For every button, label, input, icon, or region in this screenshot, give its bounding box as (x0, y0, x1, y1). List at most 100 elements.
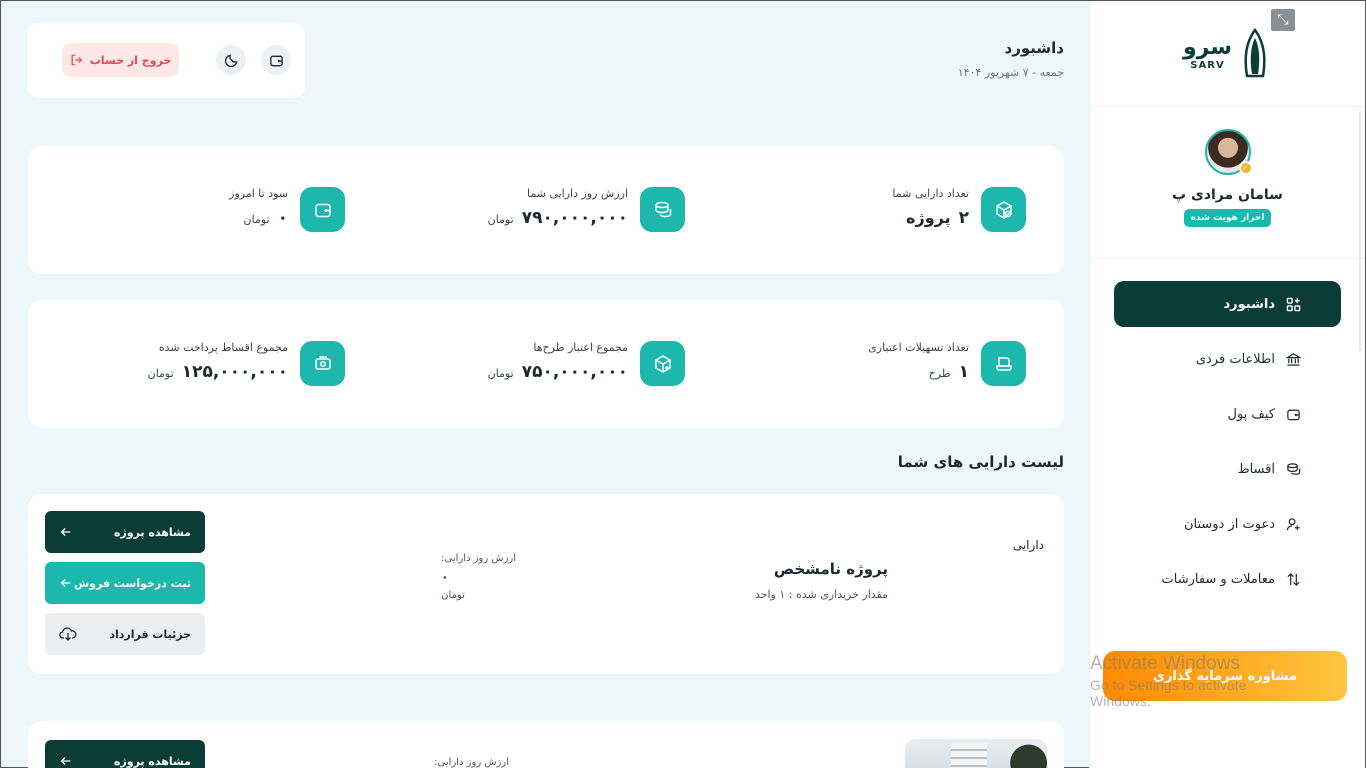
view-project-button[interactable]: مشاهده پروژه (45, 511, 205, 553)
wallet-icon (1285, 406, 1301, 422)
arrow-left-icon (60, 757, 71, 765)
logout-label: خروج از حساب (89, 53, 172, 67)
stat-unit: تومان (487, 367, 514, 380)
cloud-download-icon (59, 627, 77, 641)
stat-unit: تومان (487, 213, 514, 226)
stat-value: ۱۲۵,۰۰۰,۰۰۰ (181, 362, 288, 382)
stat-unit: تومان (243, 213, 270, 226)
sort-icon (1285, 571, 1301, 587)
view-project-label: مشاهده پروژه (113, 754, 191, 768)
logo[interactable]: سرو SARV (1183, 27, 1272, 80)
sidebar-item-invite-friends[interactable]: دعوت از دوستان (1114, 501, 1341, 547)
wallet-icon (300, 187, 345, 232)
assets-section-title: لیست دارایی های شما (897, 453, 1064, 471)
stat-value-row: ۰ تومان (128, 208, 288, 228)
stat-label: سود تا امروز (229, 187, 288, 200)
sidebar-item-label: داشبورد (1223, 296, 1275, 312)
verified-badge: احراز هویت شده (1183, 209, 1272, 227)
asset-value: ۰ (441, 570, 449, 584)
coins-icon (1285, 461, 1301, 477)
asset-quantity: مقدار خریداری شده : ۱ واحد (754, 588, 888, 601)
stat-value: ۷۹۰,۰۰۰,۰۰۰ (521, 208, 628, 228)
sidebar-item-wallet[interactable]: کیف پول (1114, 391, 1341, 437)
stat-value-row: ۷۵۰,۰۰۰,۰۰۰ تومان (468, 362, 628, 382)
stat-asset-value: ارزش روز دارایی شما ۷۹۰,۰۰۰,۰۰۰ تومان (468, 187, 685, 232)
arrow-left-icon (60, 579, 71, 587)
coins-icon (640, 187, 685, 232)
contract-details-label: جزئیات قرارداد (109, 627, 191, 641)
stat-label: مجموع اقساط پرداخت شده (158, 341, 288, 354)
asset-value-block: ارزش روز دارایی: ۰ تومان (441, 553, 516, 601)
card-icon (981, 341, 1026, 386)
stat-label: تعداد دارایی شما (892, 187, 969, 200)
verified-check-icon: ✓ (1238, 161, 1253, 175)
investment-consult-button[interactable]: مشاوره سرمایه گذاری (1103, 651, 1347, 701)
moon-icon (224, 54, 237, 67)
view-project-label: مشاهده پروژه (113, 525, 191, 539)
stat-asset-count: تعداد دارایی شما ۲ پروژه (809, 187, 1026, 232)
stat-credit-total: مجموع اعتبار طرح‌ها ۷۵۰,۰۰۰,۰۰۰ تومان (468, 341, 685, 386)
asset-value-label: ارزش روز دارایی: (441, 553, 516, 564)
sell-request-button[interactable]: ثبت درخواست فروش (45, 562, 205, 604)
dashboard-icon (1285, 296, 1301, 312)
photo-tree (1001, 739, 1047, 768)
stat-value: ۲ (958, 208, 969, 228)
view-project-button[interactable]: مشاهده پروژه (45, 740, 205, 768)
sidebar-item-installments[interactable]: اقساط (1114, 446, 1341, 492)
sell-request-label: ثبت درخواست فروش (73, 576, 191, 590)
stat-unit: پروژه (906, 208, 951, 227)
stat-text: ارزش روز دارایی شما ۷۹۰,۰۰۰,۰۰۰ تومان (468, 187, 628, 228)
sidebar-item-personal-info[interactable]: اطلاعات فردی (1114, 336, 1341, 382)
logout-icon (71, 54, 82, 66)
money-icon (300, 341, 345, 386)
sidebar-item-orders[interactable]: معاملات و سفارشات (1114, 556, 1341, 602)
user-add-icon (1285, 516, 1301, 532)
app-root: سرو SARV ⤡ ✓ سامان مرادی پ احراز هویت شد… (0, 1, 1365, 768)
page-header: داشبورد جمعه - ۷ شهریور ۱۴۰۴ (958, 39, 1064, 79)
asset-tag: دارایی (1012, 538, 1044, 552)
logo-fa-text: سرو (1183, 34, 1232, 60)
logout-button[interactable]: خروج از حساب (62, 43, 179, 77)
sidebar-nav: داشبورد اطلاعات فردی کیف پول اقساط دعوت … (1090, 259, 1365, 602)
stat-value-row: ۱۲۵,۰۰۰,۰۰۰ تومان (128, 362, 288, 382)
asset-name: پروژه نامشخص (773, 560, 888, 578)
stat-text: سود تا امروز ۰ تومان (128, 187, 288, 228)
sidebar-item-label: دعوت از دوستان (1183, 516, 1275, 532)
theme-toggle-button[interactable] (216, 45, 246, 75)
user-profile: ✓ سامان مرادی پ احراز هویت شده (1090, 107, 1365, 259)
stat-value: ۰ (277, 208, 288, 228)
header-toolbar: خروج از حساب (27, 23, 305, 98)
wallet-button[interactable] (261, 45, 291, 75)
stat-value-row: ۷۹۰,۰۰۰,۰۰۰ تومان (468, 208, 628, 228)
sidebar-scrollbar[interactable] (1359, 111, 1361, 351)
sidebar-item-label: اطلاعات فردی (1195, 351, 1275, 367)
stat-text: مجموع اعتبار طرح‌ها ۷۵۰,۰۰۰,۰۰۰ تومان (468, 341, 628, 382)
asset-card: دارایی پروژه نامشخص مقدار خریداری شده : … (28, 494, 1064, 674)
stat-value-row: ۱ طرح (809, 362, 969, 382)
stat-label: ارزش روز دارایی شما (526, 187, 628, 200)
stat-credit-count: تعداد تسهیلات اعتباری ۱ طرح (809, 341, 1026, 386)
stats-card-assets: تعداد دارایی شما ۲ پروژه ارزش روز دارایی… (28, 146, 1064, 274)
stat-unit: تومان (147, 367, 174, 380)
collapse-icon[interactable]: ⤡ (1271, 9, 1295, 31)
sidebar-item-label: اقساط (1237, 461, 1275, 477)
stat-value-row: ۲ پروژه (809, 208, 969, 228)
main-content: داشبورد جمعه - ۷ شهریور ۱۴۰۴ خروج از حسا… (0, 1, 1089, 768)
sidebar-item-label: معاملات و سفارشات (1161, 571, 1276, 587)
wallet-icon (269, 55, 283, 66)
stat-text: تعداد تسهیلات اعتباری ۱ طرح (809, 341, 969, 382)
asset-value-label: ارزش روز دارایی: (434, 757, 509, 768)
arrow-left-icon (60, 528, 71, 536)
project-photo[interactable] (905, 739, 1047, 768)
box-plus-icon (640, 341, 685, 386)
contract-details-button[interactable]: جزئیات قرارداد (45, 613, 205, 655)
stat-value: ۱ (958, 362, 969, 382)
asset-card: ارزش روز دارایی: مشاهده پروژه (28, 721, 1064, 768)
user-name: سامان مرادی پ (1172, 187, 1283, 203)
stats-card-credit: تعداد تسهیلات اعتباری ۱ طرح مجموع اعتبار… (28, 300, 1064, 428)
stat-label: تعداد تسهیلات اعتباری (868, 341, 969, 354)
avatar[interactable]: ✓ (1204, 129, 1253, 175)
box-check-icon (981, 187, 1026, 232)
sidebar-item-dashboard[interactable]: داشبورد (1114, 281, 1341, 327)
stat-unit: طرح (928, 367, 951, 380)
